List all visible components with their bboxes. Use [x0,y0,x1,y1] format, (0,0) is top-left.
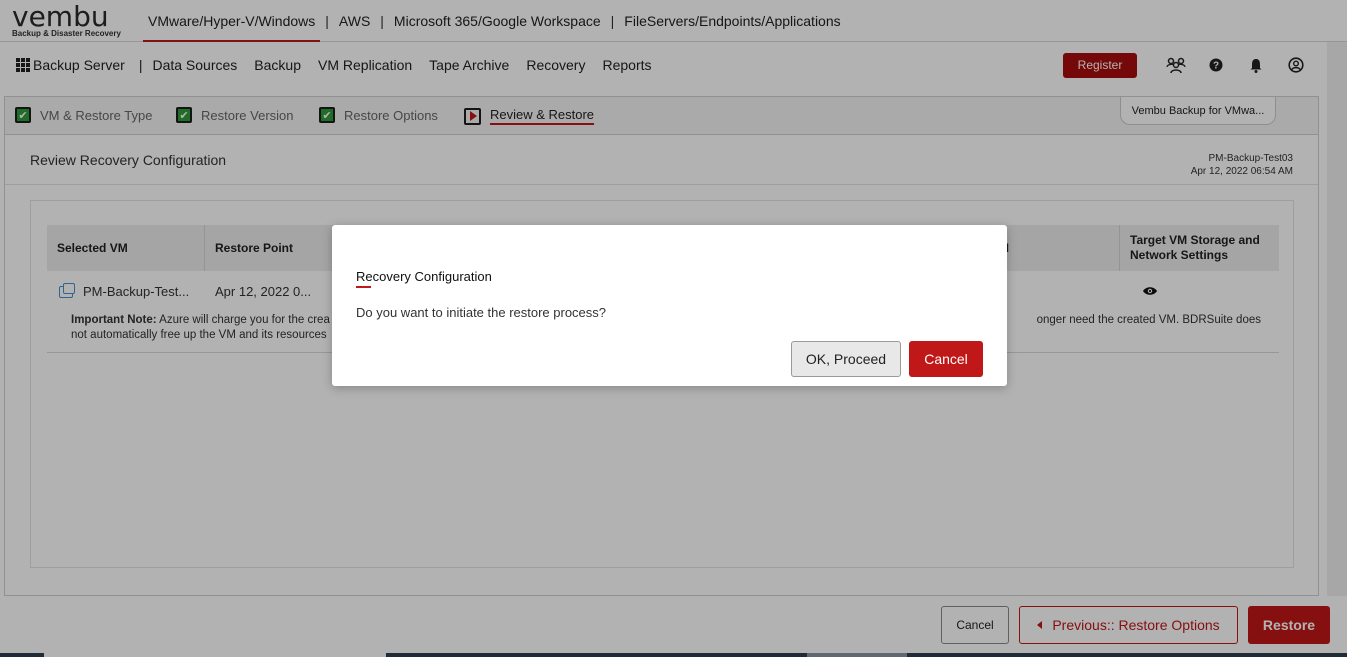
title-underline [356,286,371,288]
ok-proceed-button[interactable]: OK, Proceed [791,341,901,377]
recovery-confirm-dialog: Recovery Configuration Do you want to in… [332,225,1007,386]
dialog-cancel-button[interactable]: Cancel [909,341,983,377]
dialog-title: Recovery Configuration [356,269,492,284]
dialog-message: Do you want to initiate the restore proc… [356,305,607,320]
